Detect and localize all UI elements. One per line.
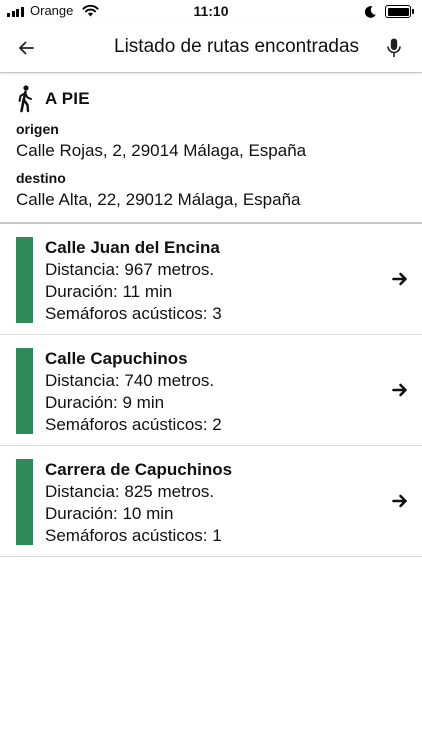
route-distance: Distancia: 825 metros. (45, 482, 215, 501)
route-color-bar (16, 237, 33, 323)
page-title: Listado de rutas encontradas (114, 36, 360, 57)
route-item[interactable]: Calle Capuchinos Distancia: 740 metros. … (0, 335, 422, 446)
arrow-right-icon (392, 383, 407, 397)
travel-mode: A PIE (15, 84, 90, 114)
destination-label: destino (16, 170, 66, 186)
origin-address: Calle Rojas, 2, 29014 Málaga, España (16, 141, 307, 160)
destination-address: Calle Alta, 22, 29012 Málaga, España (16, 190, 301, 209)
go-arrow-button[interactable] (390, 269, 410, 289)
route-distance: Distancia: 740 metros. (45, 371, 215, 390)
route-item[interactable]: Carrera de Capuchinos Distancia: 825 met… (0, 446, 422, 557)
route-duration: Duración: 9 min (45, 393, 165, 412)
route-item[interactable]: Calle Juan del Encina Distancia: 967 met… (0, 224, 422, 335)
arrow-right-icon (392, 494, 407, 508)
route-color-bar (16, 459, 33, 545)
origin-label: origen (16, 121, 59, 137)
route-acoustic-signals: Semáforos acústicos: 2 (45, 415, 222, 434)
microphone-icon (387, 38, 401, 57)
go-arrow-button[interactable] (390, 380, 410, 400)
route-name: Calle Juan del Encina (45, 238, 220, 257)
walking-person-icon (18, 85, 32, 113)
arrow-right-icon (392, 272, 407, 286)
route-duration: Duración: 11 min (45, 282, 173, 301)
route-duration: Duración: 10 min (45, 504, 174, 523)
voice-input-button[interactable] (384, 36, 404, 60)
route-name: Calle Capuchinos (45, 349, 188, 368)
arrow-left-icon (19, 41, 34, 55)
route-distance: Distancia: 967 metros. (45, 260, 215, 279)
app-header: Listado de rutas encontradas (0, 22, 422, 73)
route-acoustic-signals: Semáforos acústicos: 3 (45, 304, 222, 323)
route-color-bar (16, 348, 33, 434)
travel-mode-label: A PIE (45, 89, 90, 108)
do-not-disturb-moon-icon (364, 5, 376, 23)
battery-icon (385, 5, 411, 18)
status-time: 11:10 (193, 3, 229, 19)
battery-tip (412, 9, 414, 14)
status-bar: Orange 11:10 (0, 0, 422, 22)
go-arrow-button[interactable] (390, 491, 410, 511)
back-button[interactable] (14, 36, 38, 60)
route-acoustic-signals: Semáforos acústicos: 1 (45, 526, 222, 545)
route-name: Carrera de Capuchinos (45, 460, 233, 479)
